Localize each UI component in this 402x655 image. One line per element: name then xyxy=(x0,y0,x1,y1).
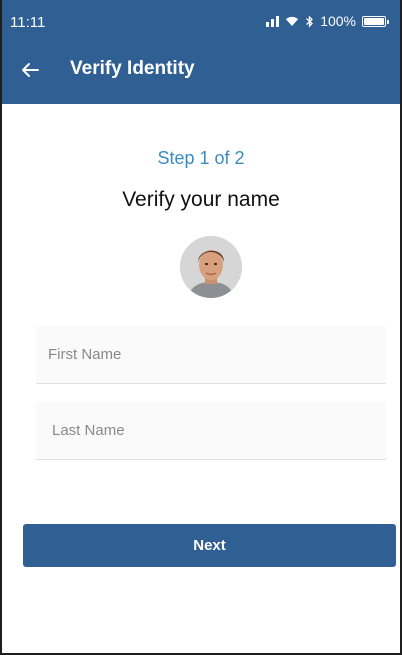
header: 11:11 100% Verify Identity xyxy=(2,0,400,104)
back-button[interactable] xyxy=(16,56,44,84)
form-heading: Verify your name xyxy=(122,188,280,211)
status-icons: 100% xyxy=(266,13,389,29)
step-indicator: Step 1 of 2 xyxy=(157,148,245,168)
battery-percent: 100% xyxy=(320,13,356,29)
page-title: Verify Identity xyxy=(70,58,195,79)
arrow-left-icon xyxy=(22,63,39,77)
battery-icon xyxy=(362,15,389,27)
wifi-icon xyxy=(286,16,299,26)
user-avatar xyxy=(180,236,242,298)
status-bar: 11:11 100% xyxy=(2,0,400,40)
last-name-field[interactable] xyxy=(36,402,386,460)
app-bar: Verify Identity xyxy=(2,48,400,92)
signal-icon xyxy=(266,15,280,27)
next-button[interactable]: Next xyxy=(23,524,396,567)
status-time: 11:11 xyxy=(10,14,46,31)
bluetooth-icon xyxy=(306,14,314,28)
phone-screen: 11:11 100% Verify Identity Step 1 of 2 V… xyxy=(0,0,402,655)
last-name-input[interactable] xyxy=(36,402,386,459)
avatar xyxy=(180,236,242,298)
first-name-field[interactable] xyxy=(36,326,386,384)
first-name-input[interactable] xyxy=(36,326,386,383)
